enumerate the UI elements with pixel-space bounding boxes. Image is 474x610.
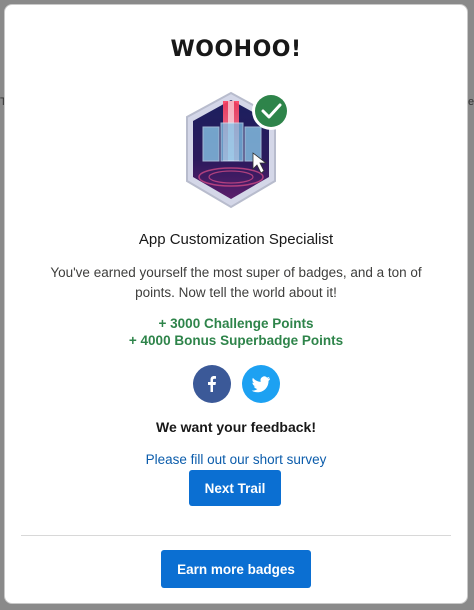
- background-text-fragment: e: [468, 96, 474, 108]
- bonus-points: + 4000 Bonus Superbadge Points: [128, 333, 344, 348]
- divider: [21, 535, 451, 536]
- facebook-icon: [208, 376, 216, 392]
- badge-earned-modal: WOOHOO! App Customization Specialist You…: [4, 4, 468, 604]
- badge-image: [183, 89, 293, 215]
- feedback-heading: We want your feedback!: [155, 419, 316, 435]
- twitter-icon: [251, 376, 270, 393]
- facebook-share-button[interactable]: [193, 365, 231, 403]
- modal-title: WOOHOO!: [170, 37, 302, 62]
- survey-link[interactable]: Please fill out our short survey: [5, 452, 467, 467]
- twitter-share-button[interactable]: [242, 365, 280, 403]
- badge-description: You've earned yourself the most super of…: [50, 265, 422, 300]
- points-earned: + 3000 Challenge Points + 4000 Bonus Sup…: [5, 315, 467, 349]
- next-trail-button[interactable]: Next Trail: [189, 470, 281, 506]
- challenge-points: + 3000 Challenge Points: [158, 316, 314, 331]
- badge-name: App Customization Specialist: [138, 231, 334, 248]
- earn-more-badges-button[interactable]: Earn more badges: [161, 550, 311, 588]
